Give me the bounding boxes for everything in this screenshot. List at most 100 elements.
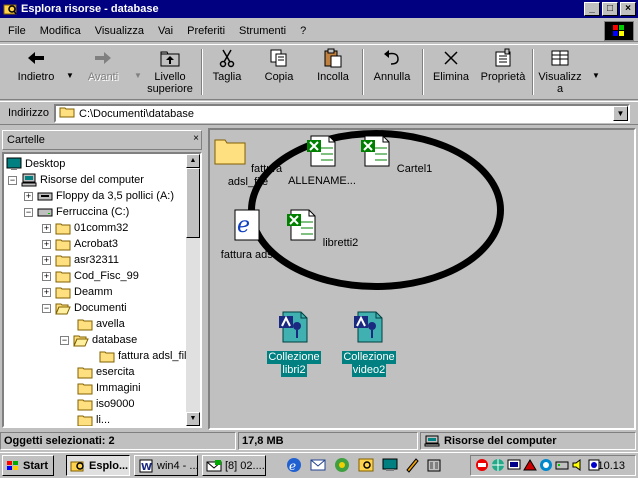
- tree-label: Acrobat3: [74, 238, 119, 250]
- tree-item-folder[interactable]: + Acrobat3: [42, 236, 118, 252]
- folder-tree[interactable]: Desktop − Risorse del computer + Floppy …: [2, 152, 202, 428]
- scroll-thumb[interactable]: [186, 168, 200, 238]
- task-explorer[interactable]: Esplo...: [66, 455, 130, 476]
- svg-text:e: e: [237, 213, 250, 238]
- tree-item-folder[interactable]: + Cod_Fisc_99: [42, 268, 139, 284]
- desktop-quicklaunch-icon[interactable]: [382, 457, 398, 473]
- tree-item-documenti[interactable]: − Documenti: [42, 300, 127, 316]
- tree-item-drive-c[interactable]: − Ferruccina (C:): [24, 204, 129, 220]
- open-folder-icon: [55, 303, 71, 315]
- expand-icon[interactable]: +: [42, 287, 51, 297]
- folders-close-button[interactable]: ×: [193, 133, 199, 144]
- view-button[interactable]: Visualizz a: [536, 47, 584, 99]
- tree-item-my-computer[interactable]: − Risorse del computer: [8, 172, 144, 188]
- menu-modifica[interactable]: Modifica: [40, 25, 81, 37]
- delete-label: Elimina: [432, 71, 470, 83]
- file-item-access-selected[interactable]: Collezione libri2: [256, 310, 332, 377]
- expand-icon[interactable]: +: [42, 239, 51, 249]
- explorer-icon: [70, 461, 84, 471]
- address-field[interactable]: C:\Documenti\database ▼: [54, 104, 630, 123]
- tree-item-floppy[interactable]: + Floppy da 3,5 pollici (A:): [24, 188, 174, 204]
- tray-network-icon[interactable]: [475, 458, 489, 472]
- expand-icon[interactable]: +: [24, 191, 33, 201]
- menu-file[interactable]: File: [8, 25, 26, 37]
- tree-item-database[interactable]: − database: [60, 332, 137, 348]
- forward-button[interactable]: Avanti: [74, 47, 132, 99]
- collapse-icon[interactable]: −: [42, 303, 51, 313]
- tree-label: li...: [96, 414, 111, 426]
- minimize-button[interactable]: _: [584, 2, 600, 16]
- file-item-excel[interactable]: ALLENAME...: [284, 134, 360, 188]
- tree-item-folder[interactable]: + 01comm32: [42, 220, 128, 236]
- start-button[interactable]: Start: [2, 455, 54, 476]
- file-item-access-selected[interactable]: Collezione video2: [331, 310, 407, 377]
- scroll-up-button[interactable]: ▲: [186, 154, 200, 168]
- ie-quicklaunch-icon[interactable]: e: [286, 457, 302, 473]
- computer-icon: [21, 173, 37, 187]
- tree-item-folder[interactable]: iso9000: [64, 396, 135, 412]
- address-dropdown-button[interactable]: ▼: [613, 106, 628, 121]
- cut-button[interactable]: Taglia: [206, 47, 248, 99]
- menu-help[interactable]: ?: [300, 25, 306, 37]
- back-dropdown-icon[interactable]: ▼: [66, 71, 74, 80]
- collapse-icon[interactable]: −: [8, 175, 17, 185]
- collapse-icon[interactable]: −: [60, 335, 69, 345]
- file-label-2: video2: [351, 364, 387, 377]
- channels-quicklaunch-icon[interactable]: [334, 457, 350, 473]
- file-item-excel[interactable]: libretti2: [284, 208, 360, 250]
- toolbox-quicklaunch-icon[interactable]: [426, 457, 442, 473]
- toolbar-separator: [362, 49, 364, 95]
- tree-scrollbar[interactable]: ▲ ▼: [186, 154, 200, 426]
- forward-dropdown-icon[interactable]: ▼: [134, 71, 142, 80]
- file-item-folder[interactable]: fattura adsl_file: [210, 134, 286, 189]
- maximize-button[interactable]: □: [602, 2, 618, 16]
- file-item-excel[interactable]: Cartel1: [358, 134, 434, 176]
- tree-label: database: [92, 334, 138, 346]
- tree-item-folder[interactable]: + asr32311: [42, 252, 119, 268]
- copy-button[interactable]: Copia: [258, 47, 300, 99]
- properties-button[interactable]: Proprietà: [478, 47, 528, 99]
- pencil-quicklaunch-icon[interactable]: [404, 457, 420, 473]
- tray-scheduler-icon[interactable]: [523, 458, 537, 472]
- toolbar-separator: [201, 49, 203, 95]
- delete-button[interactable]: Elimina: [428, 47, 474, 99]
- undo-button[interactable]: Annulla: [368, 47, 416, 99]
- tree-item-folder[interactable]: esercita: [64, 364, 135, 380]
- outlook-quicklaunch-icon[interactable]: [310, 457, 326, 473]
- file-item-html[interactable]: e fattura adsl: [210, 208, 286, 262]
- expand-icon[interactable]: +: [42, 223, 51, 233]
- delete-x-icon: [428, 47, 474, 69]
- view-dropdown-icon[interactable]: ▼: [592, 71, 600, 80]
- task-mail[interactable]: [8] 02....: [202, 455, 266, 476]
- menu-vai[interactable]: Vai: [158, 25, 173, 37]
- tree-item-folder[interactable]: li...: [64, 412, 111, 426]
- tray-speaker-icon[interactable]: [571, 458, 585, 472]
- tree-item-folder[interactable]: fattura adsl_file: [86, 348, 193, 364]
- tray-globe-icon[interactable]: [491, 458, 505, 472]
- paste-button[interactable]: Incolla: [312, 47, 354, 99]
- find-quicklaunch-icon[interactable]: [358, 457, 374, 473]
- tray-antivirus-icon[interactable]: [539, 458, 553, 472]
- title-bar[interactable]: Esplora risorse - database _ □ ×: [0, 0, 638, 18]
- mail-icon: [206, 459, 222, 471]
- tree-item-folder[interactable]: Immagini: [64, 380, 141, 396]
- file-view[interactable]: fattura adsl_file ALLENAME... Cartel1 e …: [208, 128, 636, 430]
- close-button[interactable]: ×: [620, 2, 636, 16]
- tree-item-folder[interactable]: avella: [64, 316, 125, 332]
- undo-icon: [368, 47, 416, 69]
- task-word[interactable]: W win4 - ...: [134, 455, 198, 476]
- tray-modem-icon[interactable]: [555, 458, 569, 472]
- folder-icon: [55, 287, 71, 299]
- collapse-icon[interactable]: −: [24, 207, 33, 217]
- tray-display-icon[interactable]: [507, 458, 521, 472]
- tree-item-folder[interactable]: + Deamm: [42, 284, 113, 300]
- tree-item-desktop[interactable]: Desktop: [6, 156, 65, 172]
- menu-preferiti[interactable]: Preferiti: [187, 25, 225, 37]
- back-button[interactable]: Indietro: [6, 47, 66, 99]
- expand-icon[interactable]: +: [42, 255, 51, 265]
- up-level-button[interactable]: Livello superiore: [142, 47, 198, 99]
- scroll-down-button[interactable]: ▼: [186, 412, 200, 426]
- expand-icon[interactable]: +: [42, 271, 51, 281]
- menu-visualizza[interactable]: Visualizza: [95, 25, 144, 37]
- menu-strumenti[interactable]: Strumenti: [239, 25, 286, 37]
